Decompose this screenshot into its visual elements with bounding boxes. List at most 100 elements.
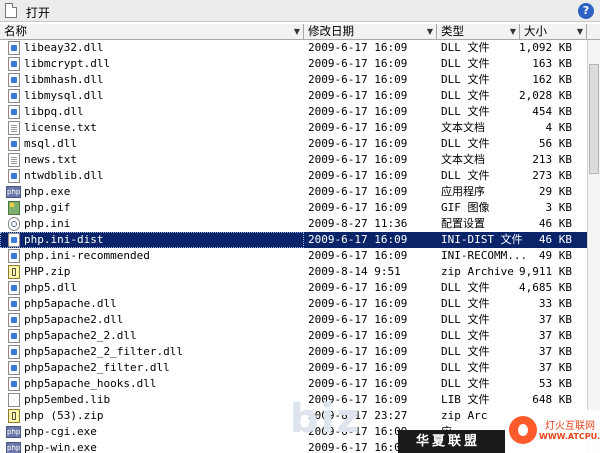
dll-icon: [8, 105, 20, 119]
file-type: LIB 文件: [441, 393, 490, 406]
file-row[interactable]: libmcrypt.dll 2009-6-17 16:09 DLL 文件 163 KB: [0, 56, 587, 72]
file-type: zip Archive: [441, 265, 514, 278]
file-size: 37 KB: [538, 329, 572, 342]
dll-icon: [8, 361, 20, 375]
file-size: 163 KB: [532, 57, 572, 70]
chevron-down-icon[interactable]: ▼: [510, 24, 516, 39]
dll-icon: [8, 169, 20, 183]
file-name: php5.dll: [24, 281, 77, 294]
file-row[interactable]: php5apache2.dll 2009-6-17 16:09 DLL 文件 37 K…: [0, 312, 587, 328]
file-type: 配置设置: [441, 217, 485, 230]
file-row[interactable]: php5apache2_filter.dll 2009-6-17 16:09 DLL…: [0, 360, 587, 376]
file-date: 2009-6-17 16:09: [308, 137, 408, 150]
chevron-down-icon[interactable]: ▼: [577, 24, 583, 39]
file-name: news.txt: [24, 153, 77, 166]
php-app-icon: php: [6, 442, 21, 453]
column-type-label: 类型: [441, 24, 464, 38]
file-type: DLL 文件: [441, 105, 490, 118]
file-date: 2009-6-17 16:09: [308, 249, 408, 262]
file-row[interactable]: php5apache_hooks.dll 2009-6-17 16:09 DLL 文…: [0, 376, 587, 392]
file-row[interactable]: libmysql.dll 2009-6-17 16:09 DLL 文件 2,028 K…: [0, 88, 587, 104]
file-row[interactable]: ntwdblib.dll 2009-6-17 16:09 DLL 文件 273 KB: [0, 168, 587, 184]
file-date: 2009-6-17 16:09: [308, 121, 408, 134]
chevron-down-icon[interactable]: ▼: [294, 24, 300, 39]
file-row[interactable]: news.txt 2009-6-17 16:09 文本文档 213 KB: [0, 152, 587, 168]
file-type: DLL 文件: [441, 345, 490, 358]
watermark-dark-label: 华夏联盟: [398, 430, 505, 453]
file-name: php.ini: [24, 217, 71, 230]
file-row[interactable]: php php.exe 2009-6-17 16:09 应用程序 29 KB: [0, 184, 587, 200]
column-date[interactable]: 修改日期 ▼: [304, 24, 437, 39]
file-row[interactable]: libeay32.dll 2009-6-17 16:09 DLL 文件 1,092 K…: [0, 40, 587, 56]
file-date: 2009-6-17 16:09: [308, 89, 408, 102]
file-row[interactable]: php.ini-recommended 2009-6-17 16:09 INI-RE…: [0, 248, 587, 264]
file-name: php5apache2_filter.dll: [24, 361, 170, 374]
file-type: DLL 文件: [441, 57, 490, 70]
file-size: 33 KB: [538, 297, 572, 310]
config-file-icon: [8, 217, 20, 231]
file-row[interactable]: php5apache2_2_filter.dll 2009-6-17 16:09 D…: [0, 344, 587, 360]
file-row[interactable]: php.ini-dist 2009-6-17 16:09 INI-DIST 文件 46…: [0, 232, 587, 248]
file-name: php5apache2_2.dll: [24, 329, 137, 342]
file-row[interactable]: libpq.dll 2009-6-17 16:09 DLL 文件 454 KB: [0, 104, 587, 120]
chevron-down-icon[interactable]: ▼: [427, 24, 433, 39]
flame-logo-icon: [509, 416, 537, 444]
file-row[interactable]: php.gif 2009-6-17 16:09 GIF 图像 3 KB: [0, 200, 587, 216]
file-type: DLL 文件: [441, 361, 490, 374]
watermark-cn-text: 灯火互联网: [545, 421, 595, 432]
file-list[interactable]: libeay32.dll 2009-6-17 16:09 DLL 文件 1,092 K…: [0, 40, 600, 453]
file-date: 2009-6-17 16:09: [308, 105, 408, 118]
dll-icon: [8, 41, 20, 55]
file-row[interactable]: license.txt 2009-6-17 16:09 文本文档 4 KB: [0, 120, 587, 136]
file-date: 2009-6-17 16:09: [308, 185, 408, 198]
file-row[interactable]: libmhash.dll 2009-6-17 16:09 DLL 文件 162 KB: [0, 72, 587, 88]
column-date-label: 修改日期: [308, 24, 354, 38]
file-size: 4 KB: [545, 121, 573, 134]
php-app-icon: php: [6, 426, 21, 438]
file-name: php5apache_hooks.dll: [24, 377, 157, 390]
watermark-url: WWW.ATCPU.COM: [539, 432, 600, 441]
file-name: libeay32.dll: [24, 41, 104, 54]
file-name: php.ini-recommended: [24, 249, 150, 262]
file-row[interactable]: msql.dll 2009-6-17 16:09 DLL 文件 56 KB: [0, 136, 587, 152]
file-size: 273 KB: [532, 169, 572, 182]
lib-file-icon: [8, 393, 20, 407]
file-name: PHP.zip: [24, 265, 71, 278]
image-file-icon: [8, 201, 20, 215]
scrollbar-thumb[interactable]: [589, 64, 599, 174]
file-date: 2009-6-17 16:09: [308, 297, 408, 310]
dll-icon: [8, 313, 20, 327]
watermark-logo-block: 灯火互联网 WWW.ATCPU.COM: [505, 410, 600, 453]
file-size: 9,911 KB: [519, 265, 572, 278]
zip-archive-icon: [8, 409, 20, 423]
help-icon[interactable]: ?: [578, 3, 594, 19]
file-type: DLL 文件: [441, 281, 490, 294]
file-size: 46 KB: [538, 217, 572, 230]
file-icon: [8, 249, 20, 263]
dll-icon: [8, 345, 20, 359]
dll-icon: [8, 281, 20, 295]
focus-rectangle: [0, 232, 304, 248]
vertical-scrollbar[interactable]: [587, 40, 600, 453]
file-size: 53 KB: [538, 377, 572, 390]
file-type: GIF 图像: [441, 201, 490, 214]
file-date: 2009-6-17 16:09: [308, 233, 408, 246]
file-size: 2,028 KB: [519, 89, 572, 102]
file-row[interactable]: php5.dll 2009-6-17 16:09 DLL 文件 4,685 KB: [0, 280, 587, 296]
column-size[interactable]: 大小 ▼: [520, 24, 587, 39]
file-size: 37 KB: [538, 361, 572, 374]
zip-archive-icon: [8, 265, 20, 279]
dll-icon: [8, 89, 20, 103]
column-name[interactable]: 名称 ▼: [0, 24, 304, 39]
file-name: msql.dll: [24, 137, 77, 150]
file-row[interactable]: php5apache2_2.dll 2009-6-17 16:09 DLL 文件 37…: [0, 328, 587, 344]
file-date: 2009-8-27 11:36: [308, 217, 408, 230]
file-date: 2009-6-17 16:09: [308, 345, 408, 358]
file-date: 2009-6-17 16:09: [308, 313, 408, 326]
file-row[interactable]: PHP.zip 2009-8-14 9:51 zip Archive 9,911 KB: [0, 264, 587, 280]
column-type[interactable]: 类型 ▼: [437, 24, 520, 39]
text-file-icon: [8, 153, 20, 167]
file-row[interactable]: php5apache.dll 2009-6-17 16:09 DLL 文件 33 KB: [0, 296, 587, 312]
file-row[interactable]: php.ini 2009-8-27 11:36 配置设置 46 KB: [0, 216, 587, 232]
file-name: php (53).zip: [24, 409, 104, 422]
